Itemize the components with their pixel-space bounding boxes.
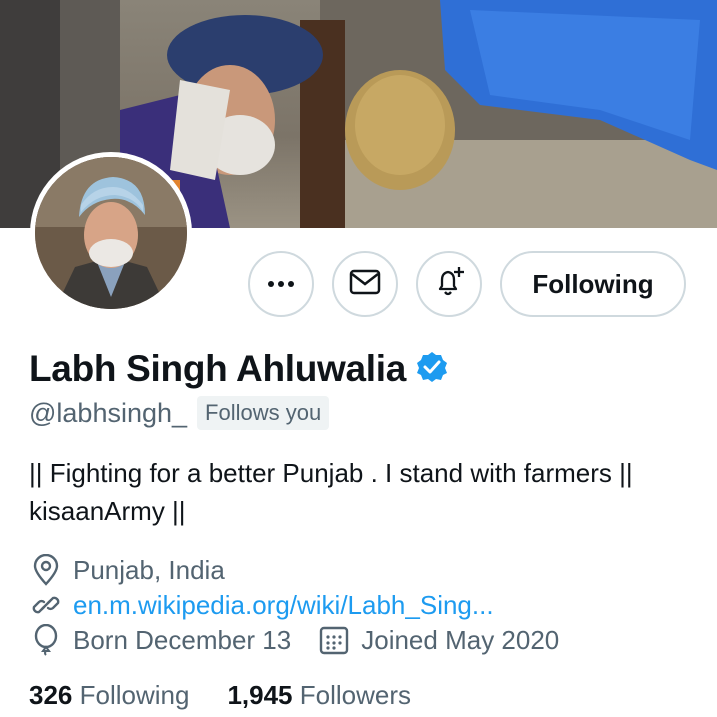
profile-name-row: Labh Singh Ahluwalia: [29, 348, 448, 390]
follows-you-badge: Follows you: [197, 396, 330, 430]
followers-count: 1,945: [227, 680, 293, 710]
profile-bio: || Fighting for a better Punjab . I stan…: [29, 458, 633, 526]
location-row: Punjab, India: [29, 553, 225, 587]
followers-stat[interactable]: 1,945 Followers: [227, 680, 411, 711]
profile-handle: @labhsingh_: [29, 397, 188, 428]
message-button[interactable]: [332, 251, 398, 317]
display-name: Labh Singh Ahluwalia: [29, 348, 407, 389]
calendar-icon: [317, 623, 351, 657]
avatar-photo: [35, 157, 187, 309]
dates-row: Born December 13 Joined May 2020: [29, 623, 559, 657]
website-link[interactable]: en.m.wikipedia.org/wiki/Labh_Sing...: [73, 590, 494, 621]
joined-text: Joined May 2020: [361, 624, 560, 655]
link-icon: [29, 588, 63, 622]
more-icon: [267, 275, 295, 293]
handle-row: @labhsingh_ Follows you: [29, 396, 330, 430]
followers-stat-label: Followers: [299, 680, 412, 710]
profile-stats: 326 Following 1,945 Followers: [29, 680, 411, 711]
balloon-icon: [29, 623, 63, 657]
more-button[interactable]: [248, 251, 314, 317]
profile-avatar[interactable]: [30, 152, 192, 314]
profile-actions: Following: [248, 251, 686, 317]
verified-badge-icon: [416, 351, 448, 388]
following-count: 326: [29, 680, 73, 710]
following-button[interactable]: Following: [500, 251, 686, 317]
bell-plus-icon: [432, 265, 466, 304]
birthday-text: Born December 13: [73, 624, 292, 655]
mail-icon: [349, 269, 381, 300]
following-stat-label: Following: [79, 680, 190, 710]
notify-button[interactable]: [416, 251, 482, 317]
location-text: Punjab, India: [73, 554, 225, 585]
website-row: en.m.wikipedia.org/wiki/Labh_Sing...: [29, 588, 494, 622]
location-pin-icon: [29, 553, 63, 587]
following-stat[interactable]: 326 Following: [29, 680, 189, 711]
